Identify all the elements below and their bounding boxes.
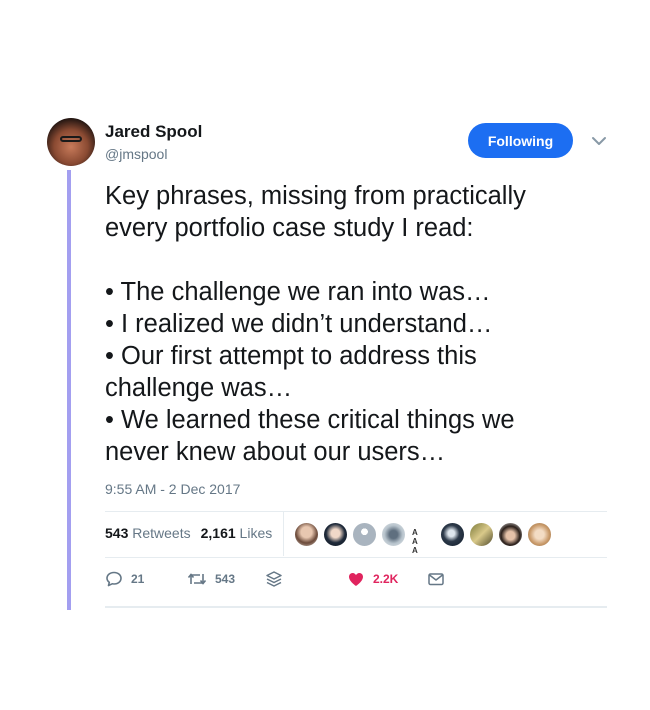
- reply-icon: [106, 571, 122, 587]
- tweet-actions: 21 543 2.2K: [105, 570, 445, 592]
- divider: [105, 606, 607, 608]
- mail-icon: [428, 573, 444, 586]
- author-name[interactable]: Jared Spool: [105, 122, 202, 142]
- liker-avatar[interactable]: [469, 522, 494, 547]
- liker-avatar[interactable]: [323, 522, 348, 547]
- liker-avatar[interactable]: [440, 522, 465, 547]
- liker-avatar[interactable]: [527, 522, 552, 547]
- stack-icon: [266, 571, 282, 587]
- likes-stat[interactable]: 2,161 Likes: [201, 525, 273, 541]
- retweet-button[interactable]: 543: [187, 570, 235, 588]
- like-button[interactable]: 2.2K: [347, 570, 398, 588]
- heart-icon: [349, 573, 363, 586]
- liker-avatar[interactable]: [352, 522, 377, 547]
- liker-avatar[interactable]: [294, 522, 319, 547]
- likes-count: 2,161: [200, 525, 236, 541]
- retweet-count: 543: [215, 572, 236, 586]
- stats-separator: [283, 512, 284, 556]
- avatar-glasses: [60, 136, 82, 142]
- retweet-icon: [187, 573, 207, 585]
- chevron-down-icon[interactable]: [590, 134, 608, 148]
- author-handle[interactable]: @jmspool: [105, 146, 167, 162]
- retweets-count: 543: [105, 525, 129, 541]
- engagement-stats: 543 Retweets 2,161 Likes: [105, 525, 272, 541]
- retweets-stat[interactable]: 543 Retweets: [105, 525, 191, 541]
- direct-message-button[interactable]: [427, 570, 445, 588]
- thread-line: [67, 170, 71, 610]
- retweets-label: Retweets: [132, 525, 191, 541]
- following-button[interactable]: Following: [468, 123, 573, 158]
- tweet-text: Key phrases, missing from practically ev…: [105, 182, 526, 466]
- add-to-moment-button[interactable]: [265, 570, 283, 588]
- liker-avatar[interactable]: [498, 522, 523, 547]
- author-avatar[interactable]: [47, 118, 95, 166]
- liker-avatar[interactable]: [381, 522, 406, 547]
- liker-avatar-text[interactable]: A A A: [412, 528, 419, 555]
- divider: [105, 511, 607, 512]
- tweet-timestamp[interactable]: 9:55 AM - 2 Dec 2017: [105, 481, 240, 497]
- like-count: 2.2K: [373, 572, 399, 586]
- likes-label: Likes: [239, 525, 273, 541]
- reply-count: 21: [131, 572, 145, 586]
- reply-button[interactable]: 21: [105, 570, 144, 588]
- divider: [105, 557, 607, 558]
